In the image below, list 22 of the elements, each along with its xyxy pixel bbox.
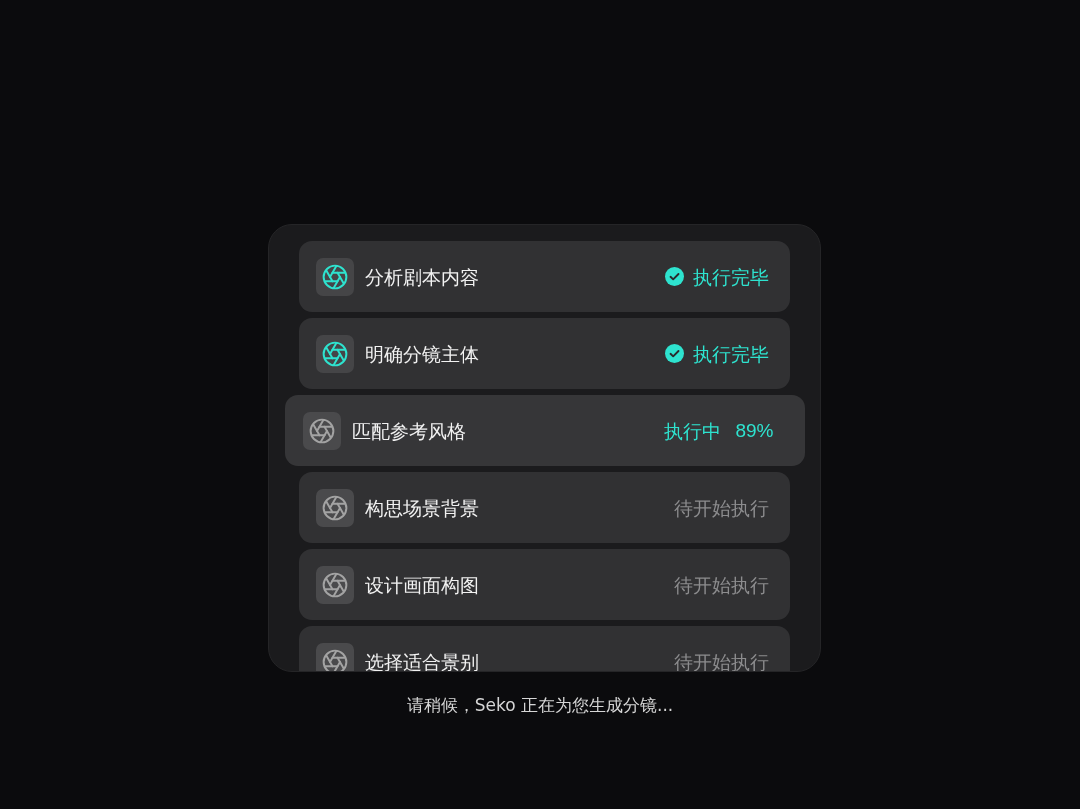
check-circle-icon (665, 267, 684, 286)
caption-text: 请稍候，Seko 正在为您生成分镜... (406, 694, 674, 717)
step-status: 待开始执行 (674, 649, 769, 671)
step-title: 构思场景背景 (365, 495, 479, 521)
step-status: 执行完毕 (693, 264, 769, 290)
step-status: 待开始执行 (674, 495, 769, 521)
step-title: 分析剧本内容 (365, 264, 479, 290)
aperture-icon (316, 257, 354, 296)
step-status: 待开始执行 (674, 572, 769, 598)
step-title: 匹配参考风格 (351, 418, 466, 444)
check-circle-icon (665, 344, 684, 363)
aperture-icon (316, 565, 354, 604)
step-title: 设计画面构图 (365, 572, 479, 598)
step-status: 执行中 (664, 418, 722, 444)
progress-percent: 89% (735, 418, 774, 443)
step-title: 选择适合景别 (365, 649, 479, 671)
step-title: 明确分镜主体 (365, 341, 479, 367)
aperture-icon (316, 642, 354, 671)
aperture-icon (302, 411, 341, 450)
step-status: 执行完毕 (693, 341, 769, 367)
aperture-icon (316, 488, 354, 527)
aperture-icon (316, 334, 354, 373)
